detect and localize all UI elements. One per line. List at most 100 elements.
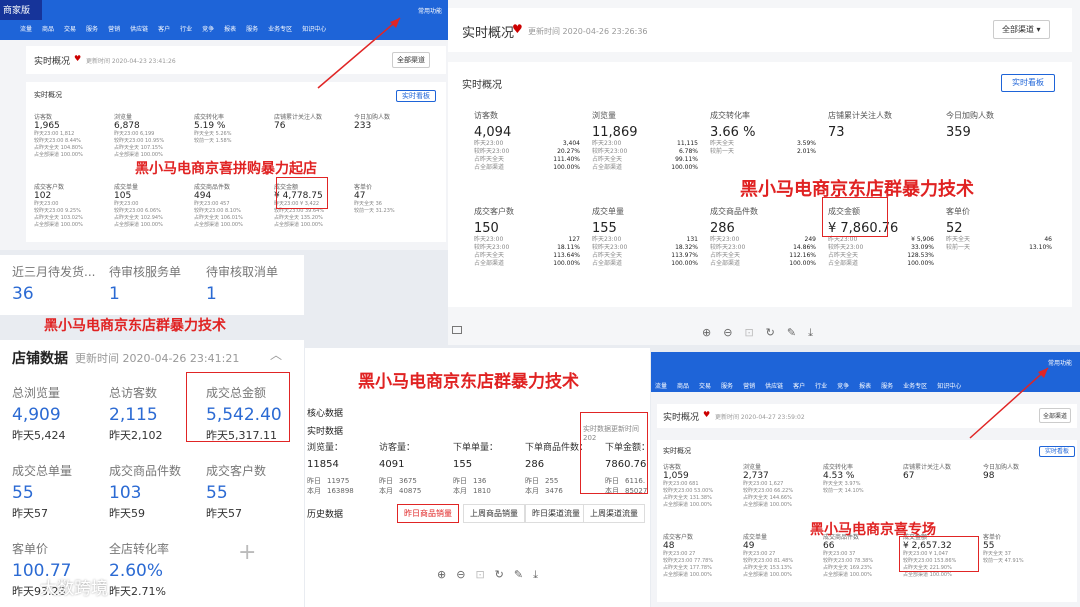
nav-item[interactable]: 业务专区	[903, 381, 927, 390]
update-time: 更新时间 2020-04-23 23:41:26	[86, 58, 176, 65]
realtime-board-button[interactable]: 实时看板	[396, 90, 436, 102]
nav-item[interactable]: 报表	[224, 24, 236, 33]
channel-select[interactable]: 全部渠道 ▾	[993, 20, 1050, 39]
user-menu[interactable]: 常用功能	[1048, 358, 1072, 367]
nav-item[interactable]: 营销	[743, 381, 755, 390]
metric-label: 浏览量	[592, 111, 616, 120]
nav-item[interactable]: 供应链	[130, 24, 148, 33]
metric-label: 店铺累计关注人数	[903, 464, 952, 471]
nav-item[interactable]: 服务	[721, 381, 733, 390]
nav-item[interactable]: 服务	[881, 381, 893, 390]
download-icon[interactable]: ⤓	[533, 568, 538, 582]
metric-label: 成交客户数	[34, 184, 65, 191]
collapse-icon[interactable]: ︿	[270, 346, 282, 363]
core-metric-value: 11854	[307, 459, 339, 470]
nav-item[interactable]: 交易	[64, 24, 76, 33]
channel-select[interactable]: 全部渠道	[1039, 408, 1072, 423]
store-metric-yesterday: 昨天57	[12, 507, 48, 520]
metric-cell: 今日加购人数 98	[983, 462, 1055, 481]
store-metric: 全店转化率 2.60% 昨天2.71%	[109, 540, 201, 599]
viewer-toolbar: ⊕ ⊖ ⊡ ↻ ✎ ⤓	[437, 568, 538, 582]
download-icon[interactable]: ⤓	[808, 326, 813, 340]
zoom-out-icon[interactable]: ⊖	[456, 568, 465, 582]
nav-item[interactable]: 商品	[42, 24, 54, 33]
nav-item[interactable]: 流量	[20, 24, 32, 33]
metric-detail: 较昨天23:00 53.00%	[663, 488, 714, 494]
core-metric-label: 下单单量：	[453, 443, 499, 453]
detail-label: 昨天全天	[946, 236, 971, 243]
metric-cell: 浏览量 2,737 昨天23:00 1,627 较昨天23:00 66.22% 占昨天全…	[743, 462, 815, 509]
metric-detail: 较昨天23:00 10.95%	[114, 138, 165, 144]
history-tab[interactable]: 昨日渠道流量	[525, 504, 587, 523]
nav-item[interactable]: 业务专区	[268, 24, 292, 33]
metric-cell: 成交商品件数 66 昨天23:00 37 较昨天23:00 78.38% 占昨天全天 1…	[823, 532, 895, 579]
store-metric-label: 成交总单量	[12, 464, 73, 478]
detail-label: 本月	[525, 487, 539, 495]
nav-item[interactable]: 知识中心	[937, 381, 961, 390]
metric-label: 客单价	[946, 207, 970, 216]
zoom-in-icon[interactable]: ⊕	[437, 568, 446, 582]
pending-item[interactable]: 待审核服务单 1	[109, 263, 201, 304]
detail-label: 昨天23:00	[474, 140, 504, 147]
detail-value: 100.00%	[789, 260, 816, 267]
screen-icon[interactable]	[452, 326, 462, 334]
detail-value: 18.32%	[675, 244, 698, 251]
rotate-icon[interactable]: ↻	[766, 326, 775, 340]
nav-item[interactable]: 客户	[158, 24, 170, 33]
metric-detail: 占全部渠道 100.00%	[828, 260, 934, 268]
detail-value: 1810	[473, 487, 491, 495]
metric-label: 浏览量	[743, 464, 762, 471]
realtime-board-button[interactable]: 实时看板	[1039, 446, 1075, 457]
metric-detail: 昨天全天 3.59%	[710, 140, 816, 148]
pending-item[interactable]: 待审核取消单 1	[206, 263, 298, 304]
detail-label: 昨天23:00	[710, 236, 740, 243]
pending-item[interactable]: 近三月待发货... 36	[12, 263, 104, 304]
nav-item[interactable]: 商品	[677, 381, 689, 390]
metric-detail: 昨天全天 36	[354, 201, 382, 207]
user-menu[interactable]: 常用功能	[418, 6, 442, 15]
nav-item[interactable]: 行业	[815, 381, 827, 390]
nav-item[interactable]: 供应链	[765, 381, 783, 390]
channel-select[interactable]: 全部渠道	[392, 52, 430, 68]
nav-item[interactable]: 流量	[655, 381, 667, 390]
history-tab[interactable]: 上周渠道流量	[583, 504, 645, 523]
nav-item[interactable]: 竞争	[202, 24, 214, 33]
metric-detail: 昨天23:00 11,115	[592, 140, 698, 148]
realtime-board-button[interactable]: 实时看板	[1001, 74, 1055, 92]
nav-item[interactable]: 报表	[859, 381, 871, 390]
detail-value: 249	[804, 236, 816, 243]
metric-detail: 较前一天 47.91%	[983, 558, 1024, 564]
store-metric-value: 2.60%	[109, 561, 164, 581]
pending-label: 待审核取消单	[206, 265, 279, 279]
top-nav-bar: 商家版 流量 商品 交易 服务 营销 供应链 客户 行业 竞争 报表 服务 业务专区 知识中心 常用功能	[0, 0, 448, 40]
detail-value: 11,115	[677, 140, 698, 147]
edit-icon[interactable]: ✎	[787, 326, 796, 340]
detail-label: 较昨天23:00	[710, 244, 746, 251]
metric-detail: 占昨天全天 104.80%	[34, 145, 83, 151]
store-metric-yesterday: 昨天59	[109, 507, 145, 520]
nav-item[interactable]: 知识中心	[302, 24, 326, 33]
edit-icon[interactable]: ✎	[514, 568, 523, 582]
core-metric-detail: 昨日 11975	[307, 476, 379, 486]
metric-value: 73	[828, 125, 845, 140]
zoom-in-icon[interactable]: ⊕	[702, 326, 711, 340]
nav-item[interactable]: 服务	[86, 24, 98, 33]
history-tab[interactable]: 上周商品销量	[463, 504, 525, 523]
metric-value: 4.53 %	[823, 471, 855, 481]
history-tab[interactable]: 昨日商品销量	[397, 504, 459, 523]
nav-item[interactable]: 竞争	[837, 381, 849, 390]
detail-label: 占全部渠道	[592, 260, 623, 267]
nav-item[interactable]: 交易	[699, 381, 711, 390]
zoom-out-icon[interactable]: ⊖	[723, 326, 732, 340]
metric-detail: 占昨天全天 102.94%	[114, 215, 163, 221]
fit-icon[interactable]: ⊡	[744, 326, 753, 340]
nav-item[interactable]: 服务	[246, 24, 258, 33]
nav-item[interactable]: 客户	[793, 381, 805, 390]
nav-item[interactable]: 营销	[108, 24, 120, 33]
nav-item[interactable]: 行业	[180, 24, 192, 33]
rotate-icon[interactable]: ↻	[495, 568, 504, 582]
fit-icon[interactable]: ⊡	[475, 568, 484, 582]
add-icon[interactable]: +	[238, 540, 256, 565]
detail-label: 较昨天23:00	[592, 244, 628, 251]
metric-detail: 昨天23:00 37	[823, 551, 856, 557]
